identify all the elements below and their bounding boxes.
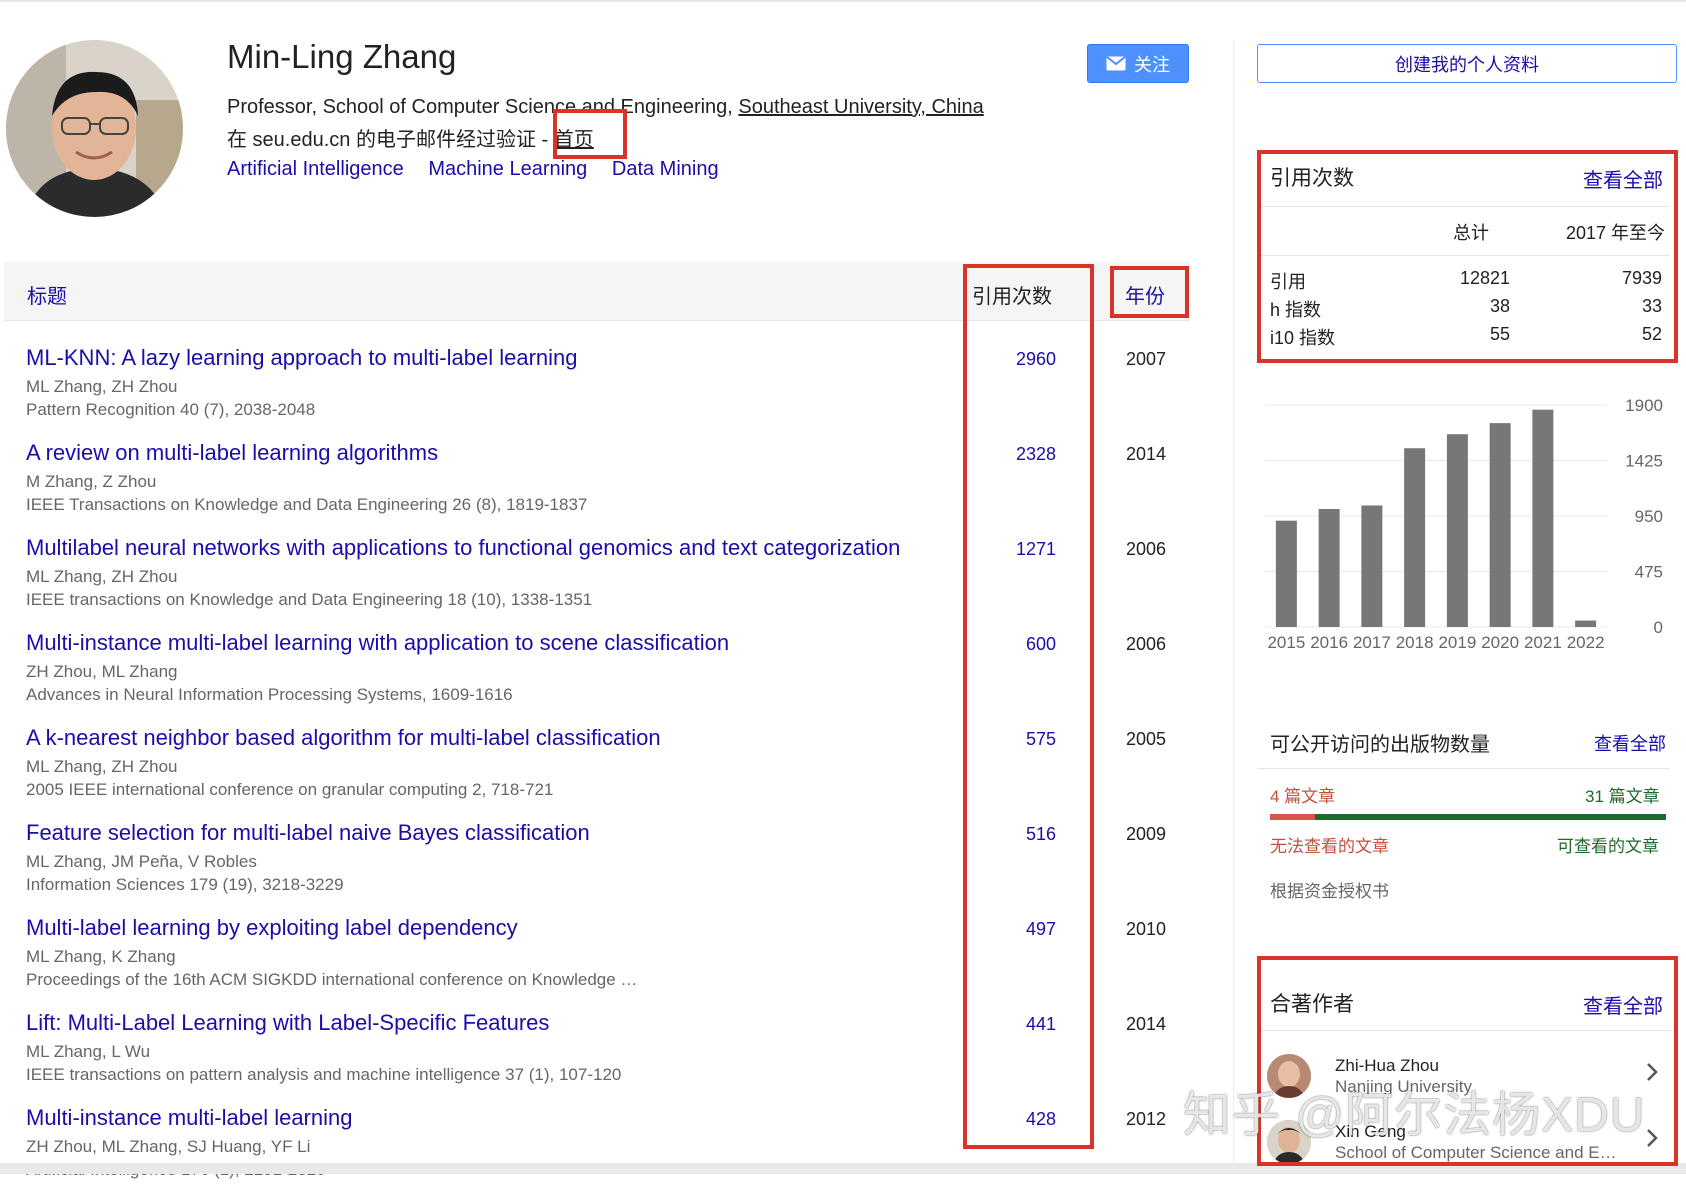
follow-button[interactable]: 关注 <box>1087 44 1189 83</box>
column-divider <box>1233 40 1234 1164</box>
publication-year: 2006 <box>1126 634 1167 654</box>
open-access-bar <box>1270 814 1666 820</box>
publication-title[interactable]: A k-nearest neighbor based algorithm for… <box>26 725 661 751</box>
research-interests: Artificial Intelligence Machine Learning… <box>227 158 738 181</box>
create-profile-button[interactable]: 创建我的个人资料 <box>1257 44 1677 83</box>
x-tick-label: 2016 <box>1310 633 1348 652</box>
verified-email: 在 seu.edu.cn 的电子邮件经过验证 - 首页 <box>227 123 594 152</box>
x-tick-label: 2017 <box>1353 633 1391 652</box>
chart-bar-2015[interactable] <box>1275 520 1297 627</box>
publication-title[interactable]: Multilabel neural networks with applicat… <box>26 535 900 561</box>
y-tick-label: 0 <box>1654 618 1663 637</box>
available-count[interactable]: 31 篇文章 <box>1585 782 1660 807</box>
highlight-homepage <box>553 109 627 159</box>
publication-venue: Advances in Neural Information Processin… <box>26 685 513 704</box>
citations-per-year-chart: 0 475 950 1425 1900 2015 2016 2017 2018 2019 2020 2… <box>1265 396 1663 652</box>
publication-venue: Pattern Recognition 40 (7), 2038-2048 <box>26 400 316 419</box>
publication-year: 2005 <box>1126 729 1167 749</box>
chart-bar-2017[interactable] <box>1361 505 1383 627</box>
chart-bar-2018[interactable] <box>1404 448 1426 627</box>
unavailable-label: 无法查看的文章 <box>1270 837 1389 856</box>
publication-authors: ML Zhang, ZH Zhou <box>26 567 178 586</box>
unavailable-count[interactable]: 4 篇文章 <box>1270 782 1335 807</box>
follow-label: 关注 <box>1134 54 1170 75</box>
publication-authors: ZH Zhou, ML Zhang <box>26 662 178 681</box>
available-label: 可查看的文章 <box>1557 837 1659 856</box>
sort-by-title[interactable]: 标题 <box>27 280 67 309</box>
publication-authors: ZH Zhou, ML Zhang, SJ Huang, YF Li <box>26 1137 311 1156</box>
affiliation-link[interactable]: Southeast University, China <box>738 96 983 118</box>
envelope-icon <box>1106 56 1126 71</box>
publication-venue: Information Sciences 179 (19), 3218-3229 <box>26 875 344 894</box>
open-access-title: 可公开访问的出版物数量 <box>1270 734 1490 756</box>
publication-title[interactable]: Feature selection for multi-label naive … <box>26 820 590 846</box>
mandates-note: 根据资金授权书 <box>1270 882 1389 901</box>
publication-venue: IEEE transactions on Knowledge and Data … <box>26 590 593 609</box>
x-tick-label: 2019 <box>1438 633 1476 652</box>
x-tick-label: 2022 <box>1567 633 1605 652</box>
highlight-citations-panel <box>1257 150 1678 363</box>
publication-authors: ML Zhang, L Wu <box>26 1042 151 1061</box>
publication-year: 2014 <box>1126 1014 1167 1034</box>
verified-text: 在 seu.edu.cn 的电子邮件经过验证 - <box>227 129 554 151</box>
affiliation-text: Professor, School of Computer Science an… <box>227 96 739 118</box>
y-tick-label: 1900 <box>1625 396 1663 415</box>
profile-photo <box>6 40 183 217</box>
interest-data-mining[interactable]: Data Mining <box>612 158 719 180</box>
chart-bar-2021[interactable] <box>1532 409 1554 627</box>
publication-title[interactable]: Multi-instance multi-label learning with… <box>26 630 729 656</box>
publication-title[interactable]: Multi-label learning by exploiting label… <box>26 915 518 941</box>
publication-year: 2010 <box>1126 919 1167 939</box>
publication-title[interactable]: Multi-instance multi-label learning <box>26 1105 352 1131</box>
publication-year: 2009 <box>1126 824 1167 844</box>
interest-machine-learning[interactable]: Machine Learning <box>428 158 587 180</box>
publication-venue: 2005 IEEE international conference on gr… <box>26 780 554 799</box>
chart-bar-2020[interactable] <box>1489 423 1511 627</box>
watermark: 知乎 @阿尔法杨XDU <box>1183 1089 1646 1142</box>
y-tick-label: 1425 <box>1625 452 1663 471</box>
interest-artificial-intelligence[interactable]: Artificial Intelligence <box>227 158 404 180</box>
highlight-year-header <box>1110 266 1189 318</box>
publication-title[interactable]: Lift: Multi-Label Learning with Label-Sp… <box>26 1010 549 1036</box>
publication-year: 2014 <box>1126 444 1167 464</box>
publication-authors: ML Zhang, ZH Zhou <box>26 757 178 776</box>
open-access-view-all-link[interactable]: 查看全部 <box>1594 730 1666 756</box>
x-tick-label: 2020 <box>1481 633 1519 652</box>
chart-bar-2022[interactable] <box>1575 620 1597 627</box>
publication-title[interactable]: A review on multi-label learning algorit… <box>26 440 438 466</box>
chart-bar-2019[interactable] <box>1446 434 1468 627</box>
x-tick-label: 2021 <box>1524 633 1562 652</box>
publication-venue: IEEE Transactions on Knowledge and Data … <box>26 495 588 514</box>
publication-title[interactable]: ML-KNN: A lazy learning approach to mult… <box>26 345 578 371</box>
chart-bar-2016[interactable] <box>1318 508 1340 627</box>
profile-name: Min-Ling Zhang <box>227 38 457 75</box>
publication-venue: Proceedings of the 16th ACM SIGKDD inter… <box>26 970 638 989</box>
y-tick-label: 475 <box>1635 563 1663 582</box>
publication-year: 2007 <box>1126 349 1167 369</box>
x-tick-label: 2015 <box>1267 633 1305 652</box>
open-access-divider <box>1257 768 1670 769</box>
top-border <box>0 0 1686 2</box>
publication-authors: M Zhang, Z Zhou <box>26 472 157 491</box>
publication-authors: ML Zhang, K Zhang <box>26 947 176 966</box>
publication-authors: ML Zhang, JM Peña, V Robles <box>26 852 257 871</box>
y-tick-label: 950 <box>1635 507 1663 526</box>
x-tick-label: 2018 <box>1396 633 1434 652</box>
publication-year: 2012 <box>1126 1109 1167 1129</box>
publication-venue: IEEE transactions on pattern analysis an… <box>26 1065 622 1084</box>
publication-year: 2006 <box>1126 539 1167 559</box>
highlight-cites-column <box>963 264 1094 1149</box>
unavailable-bar-fill <box>1270 814 1316 820</box>
publication-authors: ML Zhang, ZH Zhou <box>26 377 178 396</box>
